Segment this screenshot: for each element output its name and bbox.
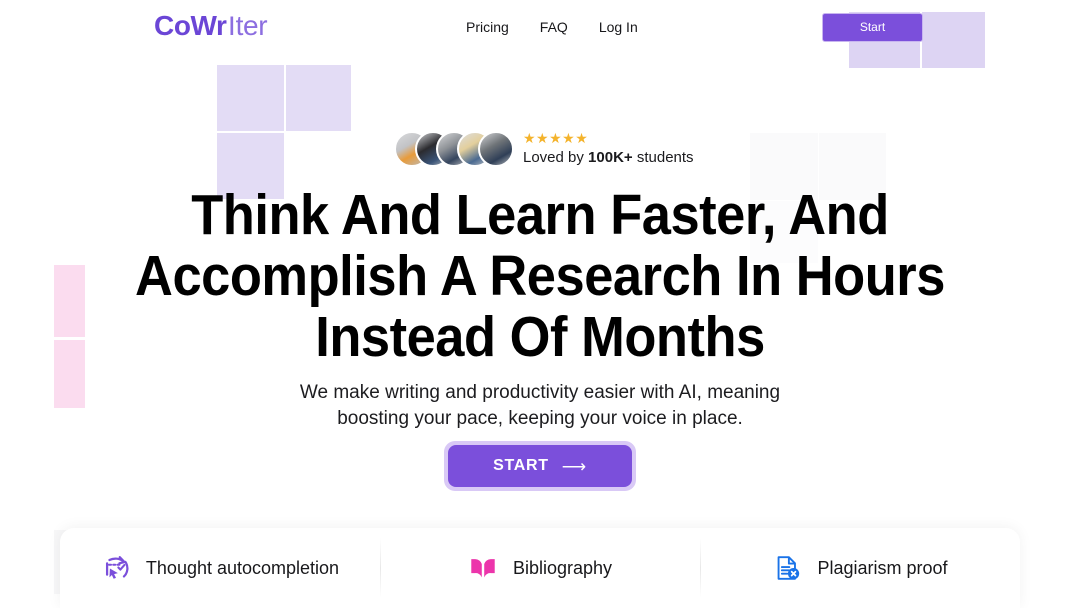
social-proof: ★★★★★ Loved by 100K+ students [394, 128, 694, 170]
logo-text-strong: CoWr [154, 10, 227, 41]
subheading-line-1: We make writing and productivity easier … [299, 382, 781, 403]
star-rating-icon: ★★★★★ [523, 130, 589, 146]
hero-headline: Think And Learn Faster, And Accomplish A… [43, 185, 1037, 368]
header-start-button[interactable]: Start [822, 13, 923, 42]
start-cta-button[interactable]: START ⟶ [448, 445, 632, 487]
headline-line-2: Accomplish A Research In Hours [135, 244, 945, 308]
social-proof-text: ★★★★★ Loved by 100K+ students [523, 131, 694, 167]
loved-count: 100K+ [588, 149, 633, 166]
feature-strip: Thought autocompletion Bibliography Plag… [60, 528, 1020, 608]
feature-card-plagiarism-proof[interactable]: Plagiarism proof [700, 528, 1020, 608]
avatar-group [394, 128, 514, 170]
main-navigation: Pricing FAQ Log In [466, 19, 638, 35]
subheading-line-2: boosting your pace, keeping your voice i… [337, 408, 743, 429]
cta-label: START [493, 457, 549, 474]
feature-label: Bibliography [512, 557, 613, 578]
hero-subheading: We make writing and productivity easier … [0, 380, 1080, 432]
nav-item-pricing[interactable]: Pricing [466, 19, 509, 35]
cta-button-ring: START ⟶ [444, 441, 636, 491]
loved-by-label: Loved by 100K+ students [523, 148, 694, 167]
text-cursor-icon: I [227, 11, 235, 41]
document-x-icon [772, 553, 802, 583]
decorative-block-lavender-2 [286, 65, 351, 131]
arrow-right-icon: ⟶ [561, 456, 587, 476]
loved-prefix: Loved by [523, 149, 589, 166]
headline-line-3: Instead Of Months [315, 305, 765, 369]
feature-card-bibliography[interactable]: Bibliography [380, 528, 700, 608]
avatar [478, 131, 514, 167]
logo-text-rest: ter [235, 10, 268, 41]
feature-label: Plagiarism proof [817, 557, 948, 578]
feature-label: Thought autocompletion [145, 557, 340, 578]
logo[interactable]: CoWrIter [154, 10, 268, 42]
open-book-icon [468, 553, 498, 583]
headline-line-1: Think And Learn Faster, And [191, 183, 889, 247]
feature-card-thought-autocompletion[interactable]: Thought autocompletion [60, 528, 380, 608]
autocomplete-cursor-icon [101, 553, 131, 583]
loved-suffix: students [632, 149, 694, 166]
decorative-block-lavender-1 [217, 65, 284, 131]
nav-item-faq[interactable]: FAQ [540, 19, 568, 35]
nav-item-login[interactable]: Log In [599, 19, 638, 35]
landing-page: CoWrIter Pricing FAQ Log In Start ★★★★★ … [0, 0, 1080, 608]
site-header: CoWrIter Pricing FAQ Log In Start [0, 0, 1080, 56]
